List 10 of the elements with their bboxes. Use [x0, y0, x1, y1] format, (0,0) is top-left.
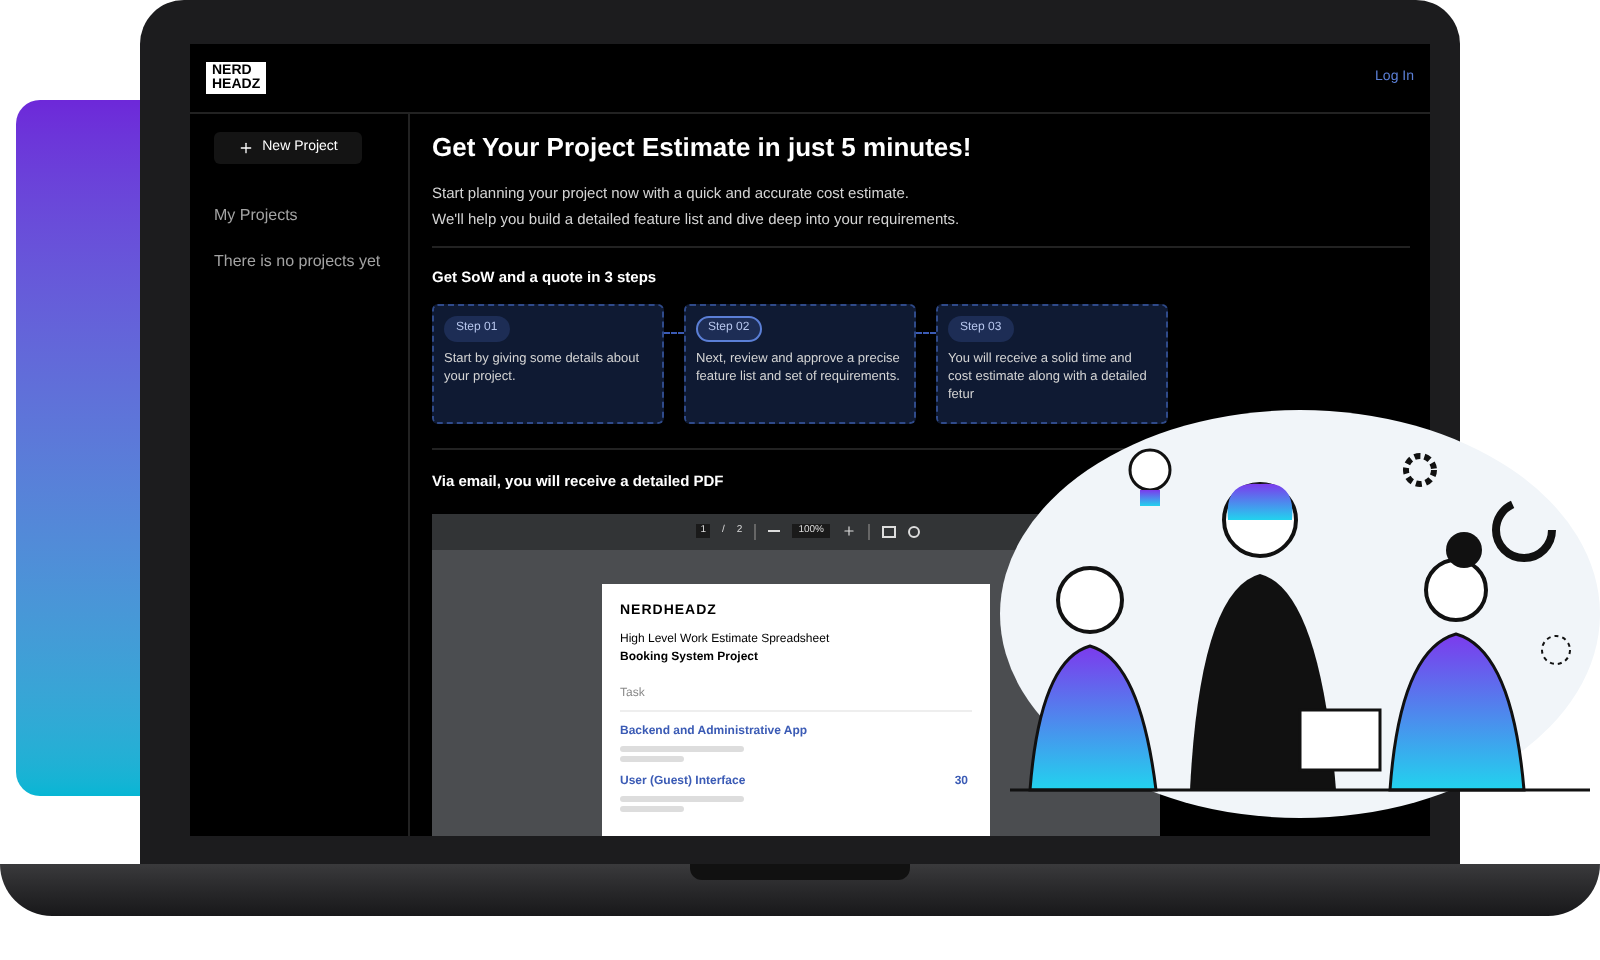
- placeholder-line: [620, 806, 684, 812]
- page-view-icon[interactable]: [882, 525, 896, 537]
- placeholder-line: [620, 756, 684, 762]
- section-title: My Projects: [214, 204, 300, 228]
- placeholder-line: [620, 796, 744, 802]
- page-title: Get Your Project Estimate in just 5 minutes!: [432, 130, 974, 166]
- empty-message: There is no projects yet: [214, 250, 383, 274]
- plus-icon: [238, 140, 255, 156]
- zoom-in-icon[interactable]: [842, 524, 856, 538]
- placeholder-line: [620, 746, 744, 752]
